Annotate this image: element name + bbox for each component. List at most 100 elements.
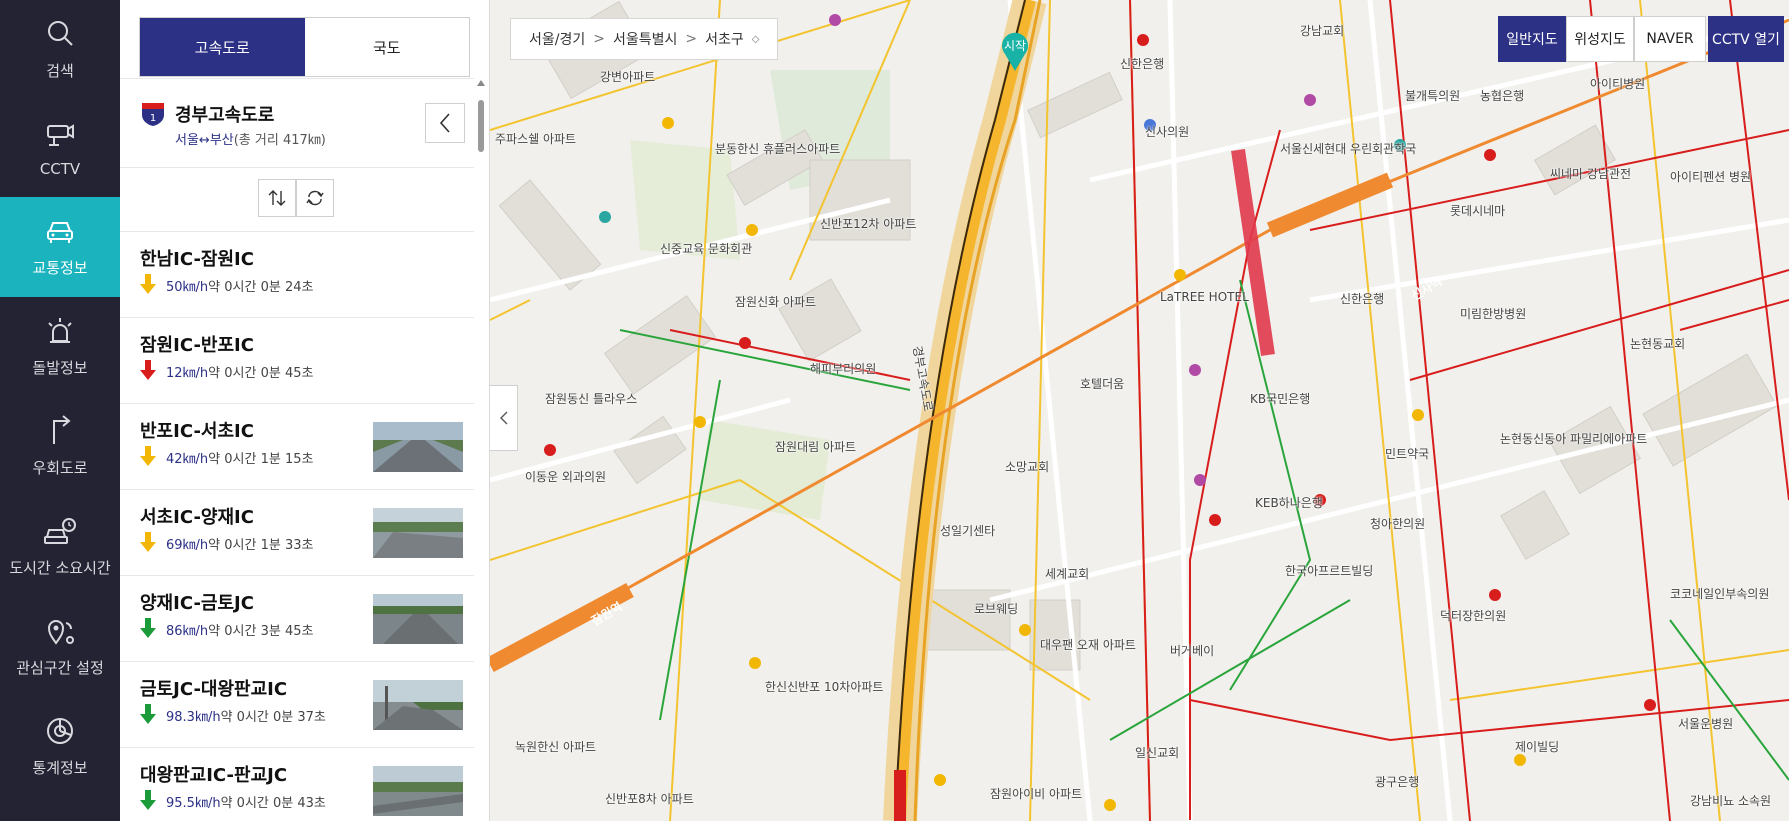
map-label: 녹원한신 아파트 — [515, 740, 597, 754]
segment-name: 한남IC-잠원IC — [140, 249, 254, 270]
segment-info: 69㎞/h약 0시간 1분 33초 — [166, 534, 313, 553]
cctv-icon — [47, 124, 74, 146]
segment-info: 12㎞/h약 0시간 0분 45초 — [166, 362, 313, 381]
map-label: KEB하나은행 — [1255, 496, 1323, 510]
nav-label: 우회도로 — [32, 459, 88, 477]
segment-time: 약 0시간 1분 33초 — [208, 538, 314, 553]
tab-expressway[interactable]: 고속도로 — [140, 18, 305, 76]
breadcrumb-item[interactable]: 서울특별시 — [613, 29, 677, 49]
segment-time: 약 0시간 1분 15초 — [208, 452, 314, 467]
map-view[interactable]: 신한은행 강남교회 신사의원 불개특의원 농협은행 아이티병원 서울신세현대 우… — [490, 0, 1789, 821]
segment-speed: 69㎞/h — [166, 538, 209, 553]
list-item[interactable]: 잠원IC-반포IC 12㎞/h약 0시간 0분 45초 — [120, 318, 474, 404]
map-label: 강남교회 — [1300, 24, 1345, 38]
search-icon — [48, 21, 73, 46]
refresh-button[interactable] — [296, 179, 334, 217]
map-type-satellite-button[interactable]: 위성지도 — [1566, 16, 1634, 62]
map-label: 미림한방병원 — [1460, 307, 1527, 321]
map-label: 신반포12차 아파트 — [820, 217, 917, 231]
map-label: 주파스쉘 아파트 — [495, 132, 577, 146]
nav-item-incident[interactable]: 돌발정보 — [0, 297, 120, 397]
cctv-open-wrapper: CCTV 열기 — [1708, 16, 1784, 62]
cctv-thumbnail[interactable] — [373, 766, 463, 816]
segment-name: 서초IC-양재IC — [140, 507, 254, 528]
map-label: 신한은행 — [1120, 57, 1165, 71]
scroll-thumb[interactable] — [478, 100, 484, 152]
nav-item-statistics[interactable]: 통계정보 — [0, 697, 120, 797]
start-marker[interactable]: 시작 — [1000, 30, 1030, 72]
segment-info: 98.3㎞/h약 0시간 0분 37초 — [166, 706, 326, 725]
map-label: KB국민은행 — [1250, 392, 1311, 406]
speed-trend-arrow-icon — [140, 274, 156, 294]
map-label: 신사의원 — [1145, 125, 1190, 139]
cctv-thumbnail[interactable] — [373, 422, 463, 472]
map-label: 롯데시네마 — [1450, 204, 1506, 218]
segment-speed: 98.3㎞/h — [166, 710, 221, 725]
map-label: 논현동신동아 파밀리에아파트 — [1500, 432, 1648, 446]
panel-collapse-button[interactable] — [490, 385, 518, 451]
refresh-icon — [306, 190, 324, 206]
cctv-thumbnail[interactable] — [373, 594, 463, 644]
list-item[interactable]: 양재IC-금토JC 86㎞/h약 0시간 3분 45초 — [120, 576, 474, 662]
map-label: 청아한의원 — [1370, 517, 1426, 531]
segment-info: 86㎞/h약 0시간 3분 45초 — [166, 620, 313, 639]
map-label: 호텔더움 — [1080, 377, 1125, 391]
map-label: 소망교회 — [1005, 460, 1050, 474]
road-type-tabs: 고속도로 국도 — [139, 17, 470, 77]
route-name: 경부고속도로 — [175, 105, 275, 126]
nav-item-cctv[interactable]: CCTV — [0, 100, 120, 200]
segment-name: 금토JC-대왕판교IC — [140, 679, 288, 700]
route-endpoints: 서울↔부산 — [175, 133, 234, 148]
map-label: 잠원아이비 아파트 — [990, 787, 1083, 801]
segment-list: 한남IC-잠원IC 50㎞/h약 0시간 0분 24초 잠원IC-반포IC 12… — [120, 232, 474, 821]
speed-trend-arrow-icon — [140, 704, 156, 724]
map-label: 신중교육 문화회관 — [660, 242, 753, 256]
nav-item-favorite-route[interactable]: 관심구간 설정 — [0, 597, 120, 697]
favorite-route-icon — [47, 620, 74, 645]
map-label: 신한은행 — [1340, 292, 1385, 306]
scroll-up-arrow-icon[interactable] — [477, 80, 485, 86]
list-item[interactable]: 대왕판교IC-판교JC 95.5㎞/h약 0시간 0분 43초 — [120, 748, 474, 821]
segment-speed: 42㎞/h — [166, 452, 209, 467]
route-distance: (총 거리 417㎞) — [233, 133, 326, 148]
map-label: 해피부리의원 — [810, 362, 877, 376]
panel-scrollbar[interactable] — [476, 80, 486, 821]
speed-trend-arrow-icon — [140, 790, 156, 810]
segment-speed: 12㎞/h — [166, 366, 209, 381]
segment-name: 반포IC-서초IC — [140, 421, 254, 442]
dropdown-icon[interactable]: ◇ — [752, 34, 760, 45]
nav-item-detour[interactable]: 우회도로 — [0, 397, 120, 497]
reverse-direction-button[interactable] — [258, 179, 296, 217]
list-item[interactable]: 한남IC-잠원IC 50㎞/h약 0시간 0분 24초 — [120, 232, 474, 318]
segment-info: 95.5㎞/h약 0시간 0분 43초 — [166, 792, 326, 811]
breadcrumb-separator-icon: > — [685, 31, 698, 47]
segment-info: 42㎞/h약 0시간 1분 15초 — [166, 448, 313, 467]
cctv-thumbnail[interactable] — [373, 508, 463, 558]
nav-item-search[interactable]: 검색 — [0, 0, 120, 100]
map-label: 덕터장한의원 — [1440, 609, 1507, 623]
map-canvas[interactable] — [490, 0, 1789, 821]
cctv-thumbnail[interactable] — [373, 680, 463, 730]
list-item[interactable]: 금토JC-대왕판교IC 98.3㎞/h약 0시간 0분 37초 — [120, 662, 474, 748]
tab-national-road[interactable]: 국도 — [305, 18, 470, 76]
travel-time-icon — [44, 518, 76, 544]
left-navigation: 검색 CCTV 교통정보 돌발정보 우회도로 도시간 소요시간 관심구간 설정 … — [0, 0, 120, 821]
map-label: 버거베이 — [1170, 644, 1215, 658]
list-item[interactable]: 반포IC-서초IC 42㎞/h약 0시간 1분 15초 — [120, 404, 474, 490]
cctv-open-button[interactable]: CCTV 열기 — [1708, 16, 1784, 62]
map-label: 논현동교회 — [1630, 337, 1686, 351]
breadcrumb-item[interactable]: 서울/경기 — [529, 29, 585, 49]
list-item[interactable]: 서초IC-양재IC 69㎞/h약 0시간 1분 33초 — [120, 490, 474, 576]
back-button[interactable] — [425, 103, 465, 143]
speed-trend-arrow-icon — [140, 532, 156, 552]
detour-icon — [53, 415, 71, 444]
map-type-normal-button[interactable]: 일반지도 — [1498, 16, 1566, 62]
breadcrumb-separator-icon: > — [593, 31, 605, 47]
speed-trend-arrow-icon — [140, 618, 156, 638]
segment-name: 잠원IC-반포IC — [140, 335, 254, 356]
nav-item-travel-time[interactable]: 도시간 소요시간 — [0, 497, 120, 597]
map-type-naver-button[interactable]: NAVER — [1634, 16, 1706, 62]
nav-item-traffic-info[interactable]: 교통정보 — [0, 197, 120, 297]
breadcrumb-item[interactable]: 서초구 — [705, 29, 744, 49]
map-label: 강남비뇨 소속원 — [1690, 794, 1772, 808]
